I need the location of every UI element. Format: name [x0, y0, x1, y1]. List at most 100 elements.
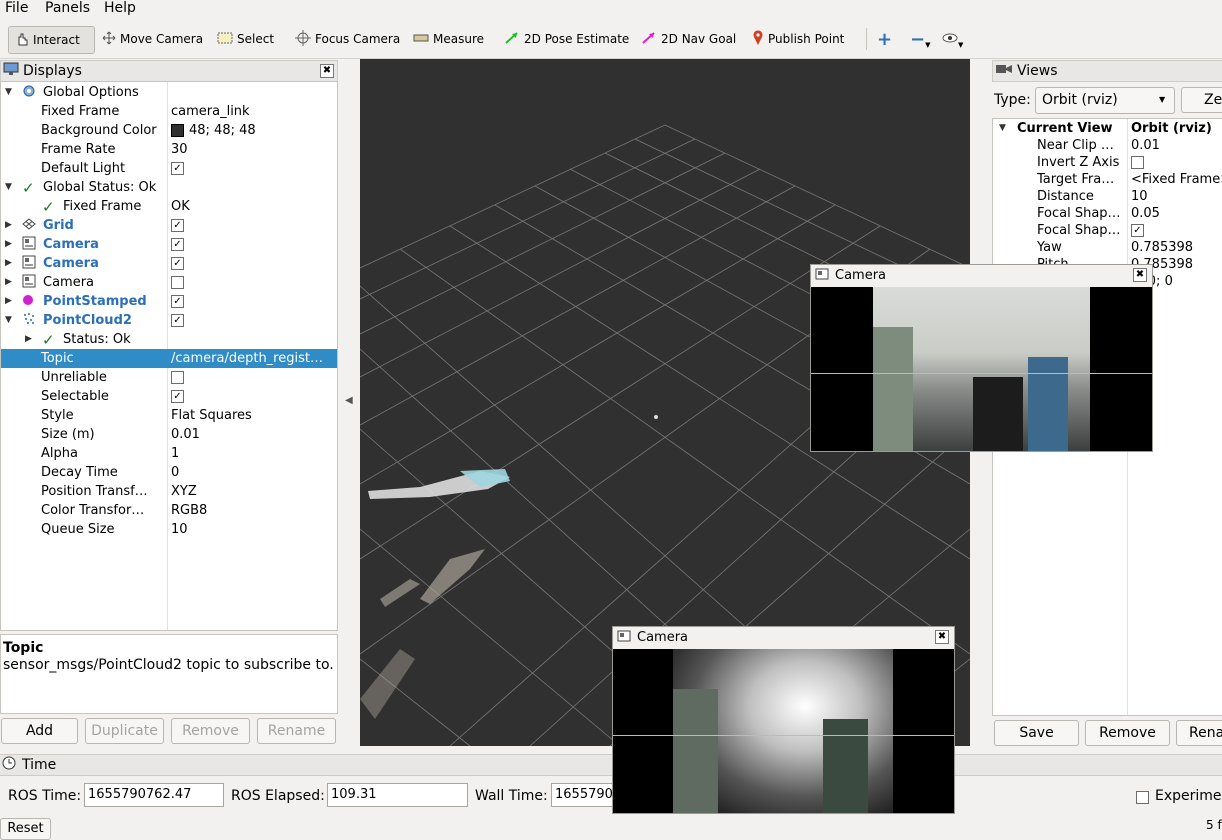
- display-row-value[interactable]: 0: [171, 463, 179, 482]
- display-row-value[interactable]: OK: [171, 197, 190, 216]
- expand-right-icon[interactable]: ▶: [5, 216, 12, 235]
- display-row[interactable]: ▶ Camera ✓: [1, 235, 337, 254]
- display-row-value[interactable]: /camera/depth_regist…: [171, 349, 323, 368]
- view-property-row[interactable]: Target Fra… <Fixed Frame>: [993, 171, 1222, 188]
- collapse-left-icon[interactable]: ◀: [345, 395, 353, 406]
- expand-down-icon[interactable]: ▼: [5, 311, 12, 330]
- display-row-checkbox[interactable]: ✓: [171, 254, 184, 273]
- expand-right-icon[interactable]: ▶: [25, 330, 32, 349]
- display-row-value[interactable]: 0.01: [171, 425, 200, 444]
- display-row-checkbox[interactable]: ✓: [171, 216, 184, 235]
- expand-down-icon[interactable]: ▼: [999, 120, 1006, 137]
- view-property-row[interactable]: Yaw 0.785398: [993, 239, 1222, 256]
- display-row-checkbox[interactable]: ✓: [171, 159, 184, 178]
- ros-elapsed-field[interactable]: 109.31: [327, 783, 468, 807]
- view-property-value[interactable]: 0.01: [1131, 137, 1160, 154]
- display-row[interactable]: ▼ PointCloud2 ✓: [1, 311, 337, 330]
- view-property-checkbox[interactable]: ✓: [1131, 222, 1144, 239]
- view-property-value[interactable]: <Fixed Frame>: [1131, 171, 1222, 188]
- remove-view-button[interactable]: Remove: [1085, 720, 1170, 746]
- display-row[interactable]: Fixed Frame camera_link: [1, 102, 337, 121]
- experimental-checkbox[interactable]: [1136, 790, 1149, 805]
- display-row[interactable]: Decay Time 0: [1, 463, 337, 482]
- camera-window-2-header[interactable]: Camera: [613, 627, 954, 648]
- display-row[interactable]: Topic/camera/depth_regist…: [1, 349, 337, 368]
- expand-right-icon[interactable]: ▶: [5, 254, 12, 273]
- ros-time-field[interactable]: 1655790762.47: [84, 783, 224, 807]
- camera-window-2[interactable]: Camera ✖: [612, 626, 955, 814]
- display-row-value[interactable]: XYZ: [171, 482, 197, 501]
- display-row-value[interactable]: 48; 48; 48: [171, 121, 256, 140]
- expand-down-icon[interactable]: ▼: [5, 83, 12, 102]
- view-property-row[interactable]: Distance 10: [993, 188, 1222, 205]
- nav-goal-tool[interactable]: 2D Nav Goal: [641, 26, 736, 52]
- display-row-value[interactable]: Flat Squares: [171, 406, 252, 425]
- display-row[interactable]: Style Flat Squares: [1, 406, 337, 425]
- display-row-value[interactable]: 1: [171, 444, 179, 463]
- expand-right-icon[interactable]: ▶: [5, 292, 12, 311]
- expand-down-icon[interactable]: ▼: [5, 178, 12, 197]
- display-row-value[interactable]: 10: [171, 520, 188, 539]
- display-row[interactable]: Background Color 48; 48; 48: [1, 121, 337, 140]
- menu-file[interactable]: File: [5, 0, 28, 16]
- view-property-row[interactable]: Focal Shap… ✓: [993, 222, 1222, 239]
- display-row-value[interactable]: RGB8: [171, 501, 207, 520]
- view-property-value[interactable]: 0.785398: [1131, 239, 1193, 256]
- camera-window-2-close-button[interactable]: ✖: [935, 630, 949, 644]
- display-row[interactable]: Unreliable: [1, 368, 337, 387]
- display-row[interactable]: Frame Rate 30: [1, 140, 337, 159]
- display-row[interactable]: ▶ Grid ✓: [1, 216, 337, 235]
- remove-tool-button[interactable]: − ▼: [910, 26, 930, 52]
- display-row-checkbox[interactable]: ✓: [171, 235, 184, 254]
- move-camera-tool[interactable]: Move Camera: [102, 26, 203, 52]
- panel-visibility-button[interactable]: ▼: [942, 26, 963, 52]
- display-row-checkbox[interactable]: ✓: [171, 292, 184, 311]
- display-row-checkbox[interactable]: ✓: [171, 387, 184, 406]
- display-row-checkbox[interactable]: [171, 273, 184, 292]
- view-property-row[interactable]: Focal Shap… 0.05: [993, 205, 1222, 222]
- display-row[interactable]: ▼ ✓ Global Status: Ok: [1, 178, 337, 197]
- display-row[interactable]: ▶ Camera ✓: [1, 254, 337, 273]
- display-row[interactable]: Selectable ✓: [1, 387, 337, 406]
- interact-tool[interactable]: Interact: [8, 26, 95, 54]
- display-row[interactable]: Queue Size 10: [1, 520, 337, 539]
- display-row[interactable]: Position Transf… XYZ: [1, 482, 337, 501]
- view-property-row[interactable]: ▼ Current View Orbit (rviz): [993, 120, 1222, 137]
- zero-button[interactable]: Ze: [1181, 87, 1222, 113]
- display-row[interactable]: Size (m) 0.01: [1, 425, 337, 444]
- menu-help[interactable]: Help: [104, 0, 136, 16]
- view-property-row[interactable]: Invert Z Axis: [993, 154, 1222, 171]
- display-row-checkbox[interactable]: ✓: [171, 311, 184, 330]
- duplicate-button[interactable]: Duplicate: [85, 718, 164, 744]
- reset-button[interactable]: Reset: [0, 818, 51, 840]
- rename-view-button[interactable]: Rena: [1176, 720, 1222, 746]
- camera-window-1-close-button[interactable]: ✖: [1133, 268, 1147, 282]
- view-property-row[interactable]: Near Clip … 0.01: [993, 137, 1222, 154]
- remove-display-button[interactable]: Remove: [171, 718, 250, 744]
- camera-window-1[interactable]: Camera ✖: [810, 264, 1153, 452]
- focus-camera-tool[interactable]: Focus Camera: [295, 26, 400, 52]
- select-tool[interactable]: Select: [217, 26, 274, 52]
- camera-window-1-header[interactable]: Camera: [811, 265, 1152, 286]
- view-property-value[interactable]: Orbit (rviz): [1131, 120, 1212, 137]
- display-row[interactable]: Default Light ✓: [1, 159, 337, 178]
- display-row[interactable]: ✓ Fixed Frame OK: [1, 197, 337, 216]
- rename-display-button[interactable]: Rename: [257, 718, 336, 744]
- display-row[interactable]: ▶ Camera: [1, 273, 337, 292]
- display-row[interactable]: Alpha 1: [1, 444, 337, 463]
- displays-close-button[interactable]: ✖: [320, 64, 334, 78]
- pose-estimate-tool[interactable]: 2D Pose Estimate: [504, 26, 629, 52]
- display-row-checkbox[interactable]: [171, 368, 184, 387]
- view-property-value[interactable]: 0.05: [1131, 205, 1160, 222]
- display-row-value[interactable]: camera_link: [171, 102, 250, 121]
- display-row[interactable]: ▶ PointStamped ✓: [1, 292, 337, 311]
- save-view-button[interactable]: Save: [994, 720, 1079, 746]
- view-property-value[interactable]: 10: [1131, 188, 1148, 205]
- add-tool-button[interactable]: +: [877, 26, 892, 52]
- expand-right-icon[interactable]: ▶: [5, 235, 12, 254]
- display-row[interactable]: Color Transfor… RGB8: [1, 501, 337, 520]
- display-row[interactable]: ▼ Global Options: [1, 83, 337, 102]
- display-row-value[interactable]: 30: [171, 140, 188, 159]
- view-property-checkbox[interactable]: [1131, 154, 1144, 171]
- measure-tool[interactable]: Measure: [413, 26, 484, 52]
